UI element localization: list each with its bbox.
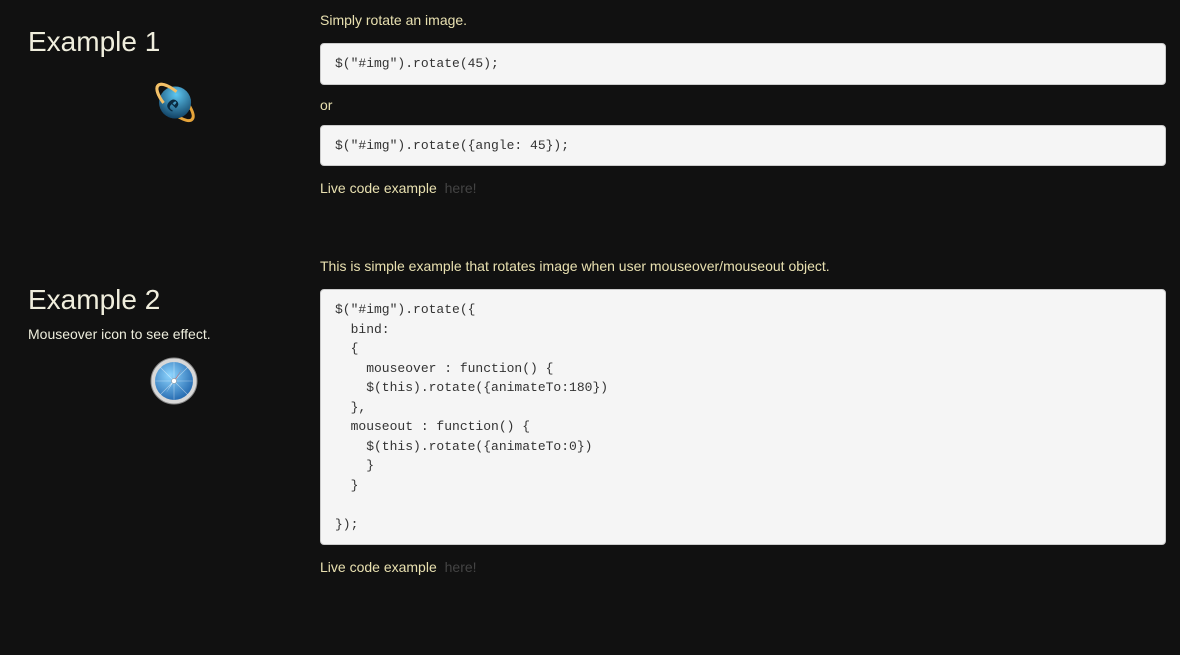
example-2-live-line: Live code example here! (320, 559, 1166, 575)
example-1-code-2[interactable]: $("#img").rotate({angle: 45}); (320, 125, 1166, 167)
example-1-live-line: Live code example here! (320, 180, 1166, 196)
example-2: Example 2 Mouseover icon to see effect. (0, 256, 1180, 575)
example-1: Example 1 e Simp (0, 10, 1180, 196)
live-code-label: Live code example (320, 180, 437, 196)
example-1-title: Example 1 (28, 26, 320, 58)
example-2-code-1[interactable]: $("#img").rotate({ bind: { mouseover : f… (320, 289, 1166, 545)
example-2-live-link[interactable]: here! (445, 559, 477, 575)
example-2-description: This is simple example that rotates imag… (320, 256, 1166, 277)
example-1-image-holder: e (28, 74, 320, 133)
rotated-e-icon: e (133, 63, 214, 144)
example-1-content: Simply rotate an image. $("#img").rotate… (320, 10, 1166, 196)
example-1-code-1[interactable]: $("#img").rotate(45); (320, 43, 1166, 85)
example-1-live-link[interactable]: here! (445, 180, 477, 196)
example-2-subtitle: Mouseover icon to see effect. (28, 326, 320, 342)
example-2-title: Example 2 (28, 284, 320, 316)
example-1-separator: or (320, 97, 1166, 113)
example-2-content: This is simple example that rotates imag… (320, 256, 1166, 575)
example-2-sidebar: Example 2 Mouseover icon to see effect. (28, 256, 320, 409)
example-1-sidebar: Example 1 e (28, 10, 320, 133)
example-2-image-holder (28, 356, 320, 409)
live-code-label-2: Live code example (320, 559, 437, 575)
compass-icon[interactable] (149, 356, 199, 409)
example-1-description: Simply rotate an image. (320, 10, 1166, 31)
